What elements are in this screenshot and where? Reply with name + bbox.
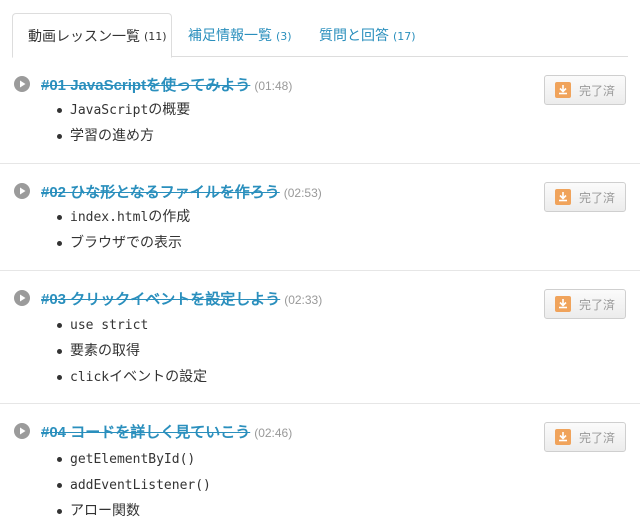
done-label: 完了済 bbox=[578, 430, 615, 445]
play-icon[interactable] bbox=[14, 423, 30, 439]
tab-label: 補足情報一覧 bbox=[188, 28, 272, 44]
tab-bar: 動画レッスン一覧 (11) 補足情報一覧 (3) 質問と回答 (17) bbox=[12, 13, 628, 58]
play-icon[interactable] bbox=[14, 76, 30, 92]
list-item: use strict bbox=[54, 312, 207, 338]
list-item: clickイベントの設定 bbox=[54, 364, 207, 390]
topic-list: index.htmlの作成 ブラウザでの表示 bbox=[54, 204, 190, 256]
done-label: 完了済 bbox=[578, 190, 615, 205]
tab-count: (11) bbox=[144, 30, 167, 43]
list-item: 学習の進め方 bbox=[54, 123, 190, 149]
lesson-title-text: #02 ひな形となるファイルを作ろう bbox=[41, 184, 280, 201]
lesson-title-link[interactable]: #02 ひな形となるファイルを作ろう (02:53) bbox=[41, 181, 322, 202]
done-button[interactable]: 完了済 bbox=[544, 422, 626, 452]
done-button[interactable]: 完了済 bbox=[544, 182, 626, 212]
lesson-duration: (02:53) bbox=[283, 186, 322, 200]
lesson-duration: (02:33) bbox=[284, 293, 323, 307]
divider bbox=[0, 403, 640, 404]
lesson-title-link[interactable]: #04 コードを詳しく見ていこう (02:46) bbox=[41, 421, 292, 442]
lesson-title-link[interactable]: #01 JavaScriptを使ってみよう (01:48) bbox=[41, 74, 292, 95]
divider bbox=[0, 270, 640, 271]
tab-supplementary-info[interactable]: 補足情報一覧 (3) bbox=[173, 13, 303, 57]
download-icon bbox=[554, 429, 571, 445]
topic-list: JavaScriptの概要 学習の進め方 bbox=[54, 97, 190, 149]
tab-label: 動画レッスン一覧 bbox=[28, 28, 140, 45]
play-icon[interactable] bbox=[14, 183, 30, 199]
tab-questions-answers[interactable]: 質問と回答 (17) bbox=[304, 13, 434, 57]
list-item: アロー関数 bbox=[54, 498, 211, 524]
download-icon bbox=[554, 82, 571, 98]
list-item: 要素の取得 bbox=[54, 338, 207, 364]
play-icon[interactable] bbox=[14, 290, 30, 306]
topic-list: getElementById() addEventListener() アロー関… bbox=[54, 446, 211, 524]
list-item: ブラウザでの表示 bbox=[54, 230, 190, 256]
topic-list: use strict 要素の取得 clickイベントの設定 bbox=[54, 312, 207, 390]
done-label: 完了済 bbox=[578, 83, 615, 98]
lesson-title-link[interactable]: #03 クリックイベントを設定しよう (02:33) bbox=[41, 288, 322, 309]
lesson-duration: (02:46) bbox=[254, 426, 293, 440]
lesson-duration: (01:48) bbox=[254, 79, 293, 93]
lesson-title-text: #01 JavaScriptを使ってみよう bbox=[41, 77, 251, 94]
tab-label: 質問と回答 bbox=[319, 28, 389, 44]
download-icon bbox=[554, 189, 571, 205]
done-button[interactable]: 完了済 bbox=[544, 75, 626, 105]
list-item: JavaScriptの概要 bbox=[54, 97, 190, 123]
tab-count: (17) bbox=[393, 29, 416, 43]
download-icon bbox=[554, 296, 571, 312]
lesson-title-text: #04 コードを詳しく見ていこう bbox=[41, 424, 251, 441]
done-label: 完了済 bbox=[578, 297, 615, 312]
divider bbox=[0, 163, 640, 164]
list-item: index.htmlの作成 bbox=[54, 204, 190, 230]
tab-count: (3) bbox=[276, 29, 292, 43]
list-item: getElementById() bbox=[54, 446, 211, 472]
list-item: addEventListener() bbox=[54, 472, 211, 498]
done-button[interactable]: 完了済 bbox=[544, 289, 626, 319]
lesson-title-text: #03 クリックイベントを設定しよう bbox=[41, 291, 281, 308]
tab-video-lessons[interactable]: 動画レッスン一覧 (11) bbox=[12, 13, 172, 58]
